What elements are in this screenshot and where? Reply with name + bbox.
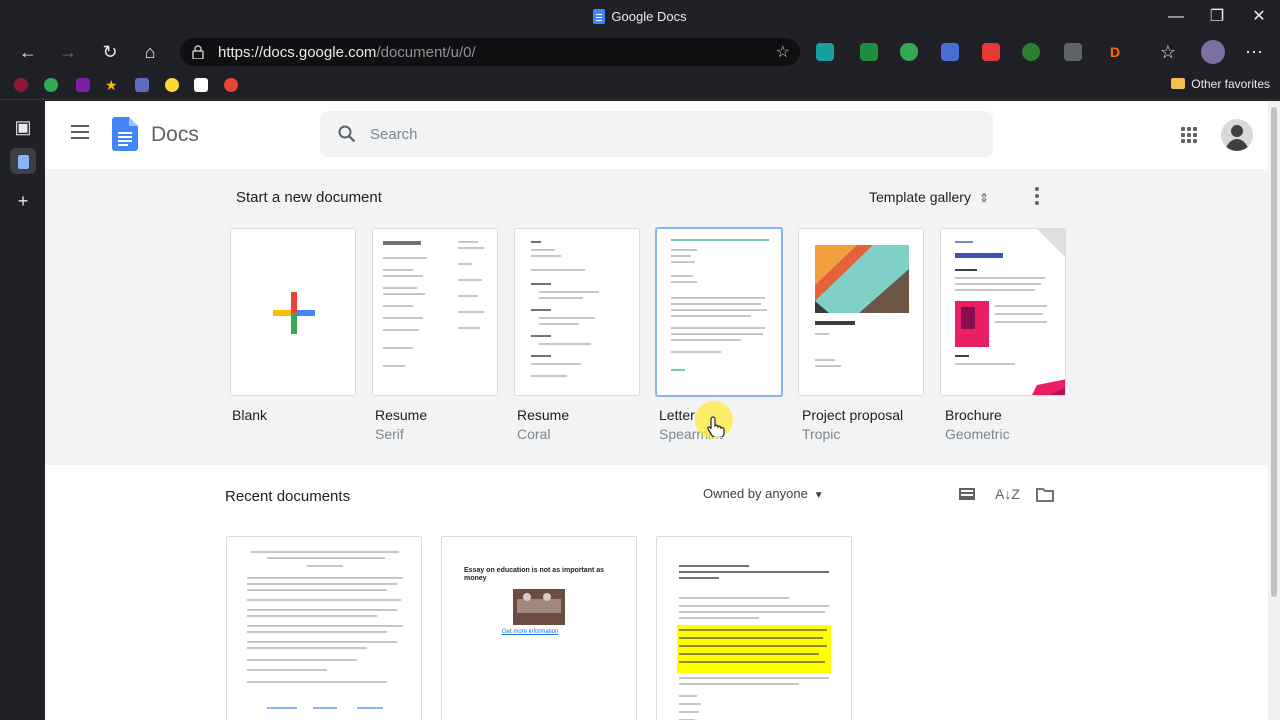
tab-actions-icon[interactable]: ▣: [10, 114, 36, 140]
translate-extension-icon[interactable]: [941, 43, 959, 61]
restore-icon[interactable]: ❐: [1206, 6, 1228, 28]
search-box[interactable]: [320, 111, 993, 157]
bookmark-icon[interactable]: [165, 78, 179, 92]
template-name: Blank: [232, 407, 268, 423]
template-subtitle: Geometric: [945, 426, 1010, 442]
bookmark-icon[interactable]: [44, 78, 58, 92]
template-gallery-button[interactable]: Template gallery ⇕: [869, 189, 989, 205]
recent-document-card[interactable]: [656, 536, 852, 720]
plus-icon: [273, 292, 315, 334]
search-icon: [338, 125, 356, 143]
template-blank[interactable]: [230, 228, 356, 396]
menu-icon[interactable]: ⋯: [1242, 40, 1266, 64]
page-scrollbar[interactable]: [1268, 101, 1280, 720]
bookmark-icon[interactable]: [135, 78, 149, 92]
recent-title: Recent documents: [225, 488, 351, 505]
url-path: /document/u/0/: [376, 44, 476, 61]
app-name: Docs: [151, 123, 199, 146]
template-name: Brochure: [945, 407, 1002, 423]
extension-icon[interactable]: [816, 43, 834, 61]
owner-filter-label: Owned by anyone: [703, 486, 808, 501]
favorites-icon[interactable]: ☆: [1156, 40, 1180, 64]
template-name: Project proposal: [802, 407, 904, 423]
add-icon[interactable]: +: [10, 188, 36, 214]
google-docs-icon: [593, 9, 606, 24]
search-input[interactable]: [370, 123, 930, 145]
extension-icon[interactable]: [860, 43, 878, 61]
template-resume-serif[interactable]: [372, 228, 498, 396]
browser-sidebar: ▣ +: [0, 100, 45, 720]
extension-icon[interactable]: [982, 43, 1000, 61]
add-favorite-icon[interactable]: ☆: [776, 42, 790, 62]
extension-icon[interactable]: [1022, 43, 1040, 61]
lock-icon: [192, 45, 204, 59]
section-title: Start a new document: [236, 189, 382, 206]
document-image: [513, 589, 565, 625]
extension-icon[interactable]: [1064, 43, 1082, 61]
chrome-bookmark-icon[interactable]: [224, 78, 238, 92]
minimize-icon[interactable]: —: [1165, 6, 1187, 28]
owner-filter-dropdown[interactable]: Owned by anyone ▼: [703, 486, 824, 501]
main-menu-icon[interactable]: [71, 125, 89, 139]
close-icon[interactable]: ✕: [1248, 6, 1270, 28]
geometric-artwork: [955, 229, 1065, 395]
other-favorites-label: Other favorites: [1191, 77, 1270, 91]
sort-az-icon[interactable]: A↓Z: [995, 485, 1020, 503]
template-gallery-label: Template gallery: [869, 189, 971, 205]
template-project-proposal-tropic[interactable]: [798, 228, 924, 396]
template-letter-spearmint[interactable]: [656, 228, 782, 396]
home-icon[interactable]: ⌂: [138, 40, 162, 64]
docs-page: Docs Start a new document Template galle…: [45, 101, 1268, 720]
list-view-icon[interactable]: [957, 485, 977, 503]
profile-avatar[interactable]: [1201, 40, 1225, 64]
scrollbar-thumb[interactable]: [1271, 107, 1277, 597]
template-section: Start a new document Template gallery ⇕: [45, 169, 1268, 465]
browser-toolbar: ← → ↻ ⌂ https://docs.google.com/document…: [0, 34, 1280, 70]
shield-extension-icon[interactable]: [900, 43, 918, 61]
folder-icon: [1171, 78, 1186, 89]
reload-icon[interactable]: ↻: [98, 40, 122, 64]
template-name: Resume: [375, 407, 428, 423]
other-favorites[interactable]: Other favorites: [1171, 77, 1270, 91]
window-title: Google Docs: [0, 9, 1280, 24]
unfold-icon: ⇕: [978, 191, 989, 205]
forward-icon[interactable]: →: [56, 40, 80, 64]
template-name: Letter: [659, 407, 695, 423]
bookmark-icon[interactable]: [194, 78, 208, 92]
back-icon[interactable]: ←: [16, 40, 40, 64]
document-link: Get more information: [502, 629, 559, 635]
template-resume-coral[interactable]: [514, 228, 640, 396]
template-brochure-geometric[interactable]: [940, 228, 1066, 396]
bookmarks-bar: ★ Other favorites: [0, 70, 1280, 100]
url-host: https://docs.google.com: [218, 44, 377, 61]
template-subtitle: Tropic: [802, 426, 841, 442]
bookmark-icon[interactable]: [14, 78, 28, 92]
highlighted-text: [677, 625, 831, 673]
docs-logo-icon: [112, 117, 138, 151]
recent-document-card[interactable]: [226, 536, 422, 720]
extension-icon[interactable]: D: [1106, 43, 1124, 61]
window-title-text: Google Docs: [611, 9, 687, 24]
docs-tab-icon[interactable]: [10, 148, 36, 174]
document-heading: Essay on education is not as important a…: [464, 567, 605, 582]
more-options-icon[interactable]: [1035, 187, 1041, 207]
address-bar[interactable]: https://docs.google.com/document/u/0/ ☆: [180, 38, 800, 66]
dropdown-arrow-icon: ▼: [813, 490, 824, 501]
recent-document-card[interactable]: Essay on education is not as important a…: [441, 536, 637, 720]
tropic-artwork: [815, 245, 909, 367]
template-subtitle: Serif: [375, 426, 404, 442]
star-bookmark-icon[interactable]: ★: [105, 78, 119, 92]
window-titlebar: Google Docs — ❐ ✕: [0, 0, 1280, 34]
account-avatar[interactable]: [1221, 119, 1253, 151]
folder-icon[interactable]: [1035, 485, 1055, 503]
hand-cursor-icon: [707, 416, 725, 437]
url-text: https://docs.google.com/document/u/0/: [218, 44, 476, 61]
template-name: Resume: [517, 407, 570, 423]
bookmark-icon[interactable]: [76, 78, 90, 92]
template-subtitle: Coral: [517, 426, 551, 442]
google-apps-icon[interactable]: [1181, 127, 1197, 143]
